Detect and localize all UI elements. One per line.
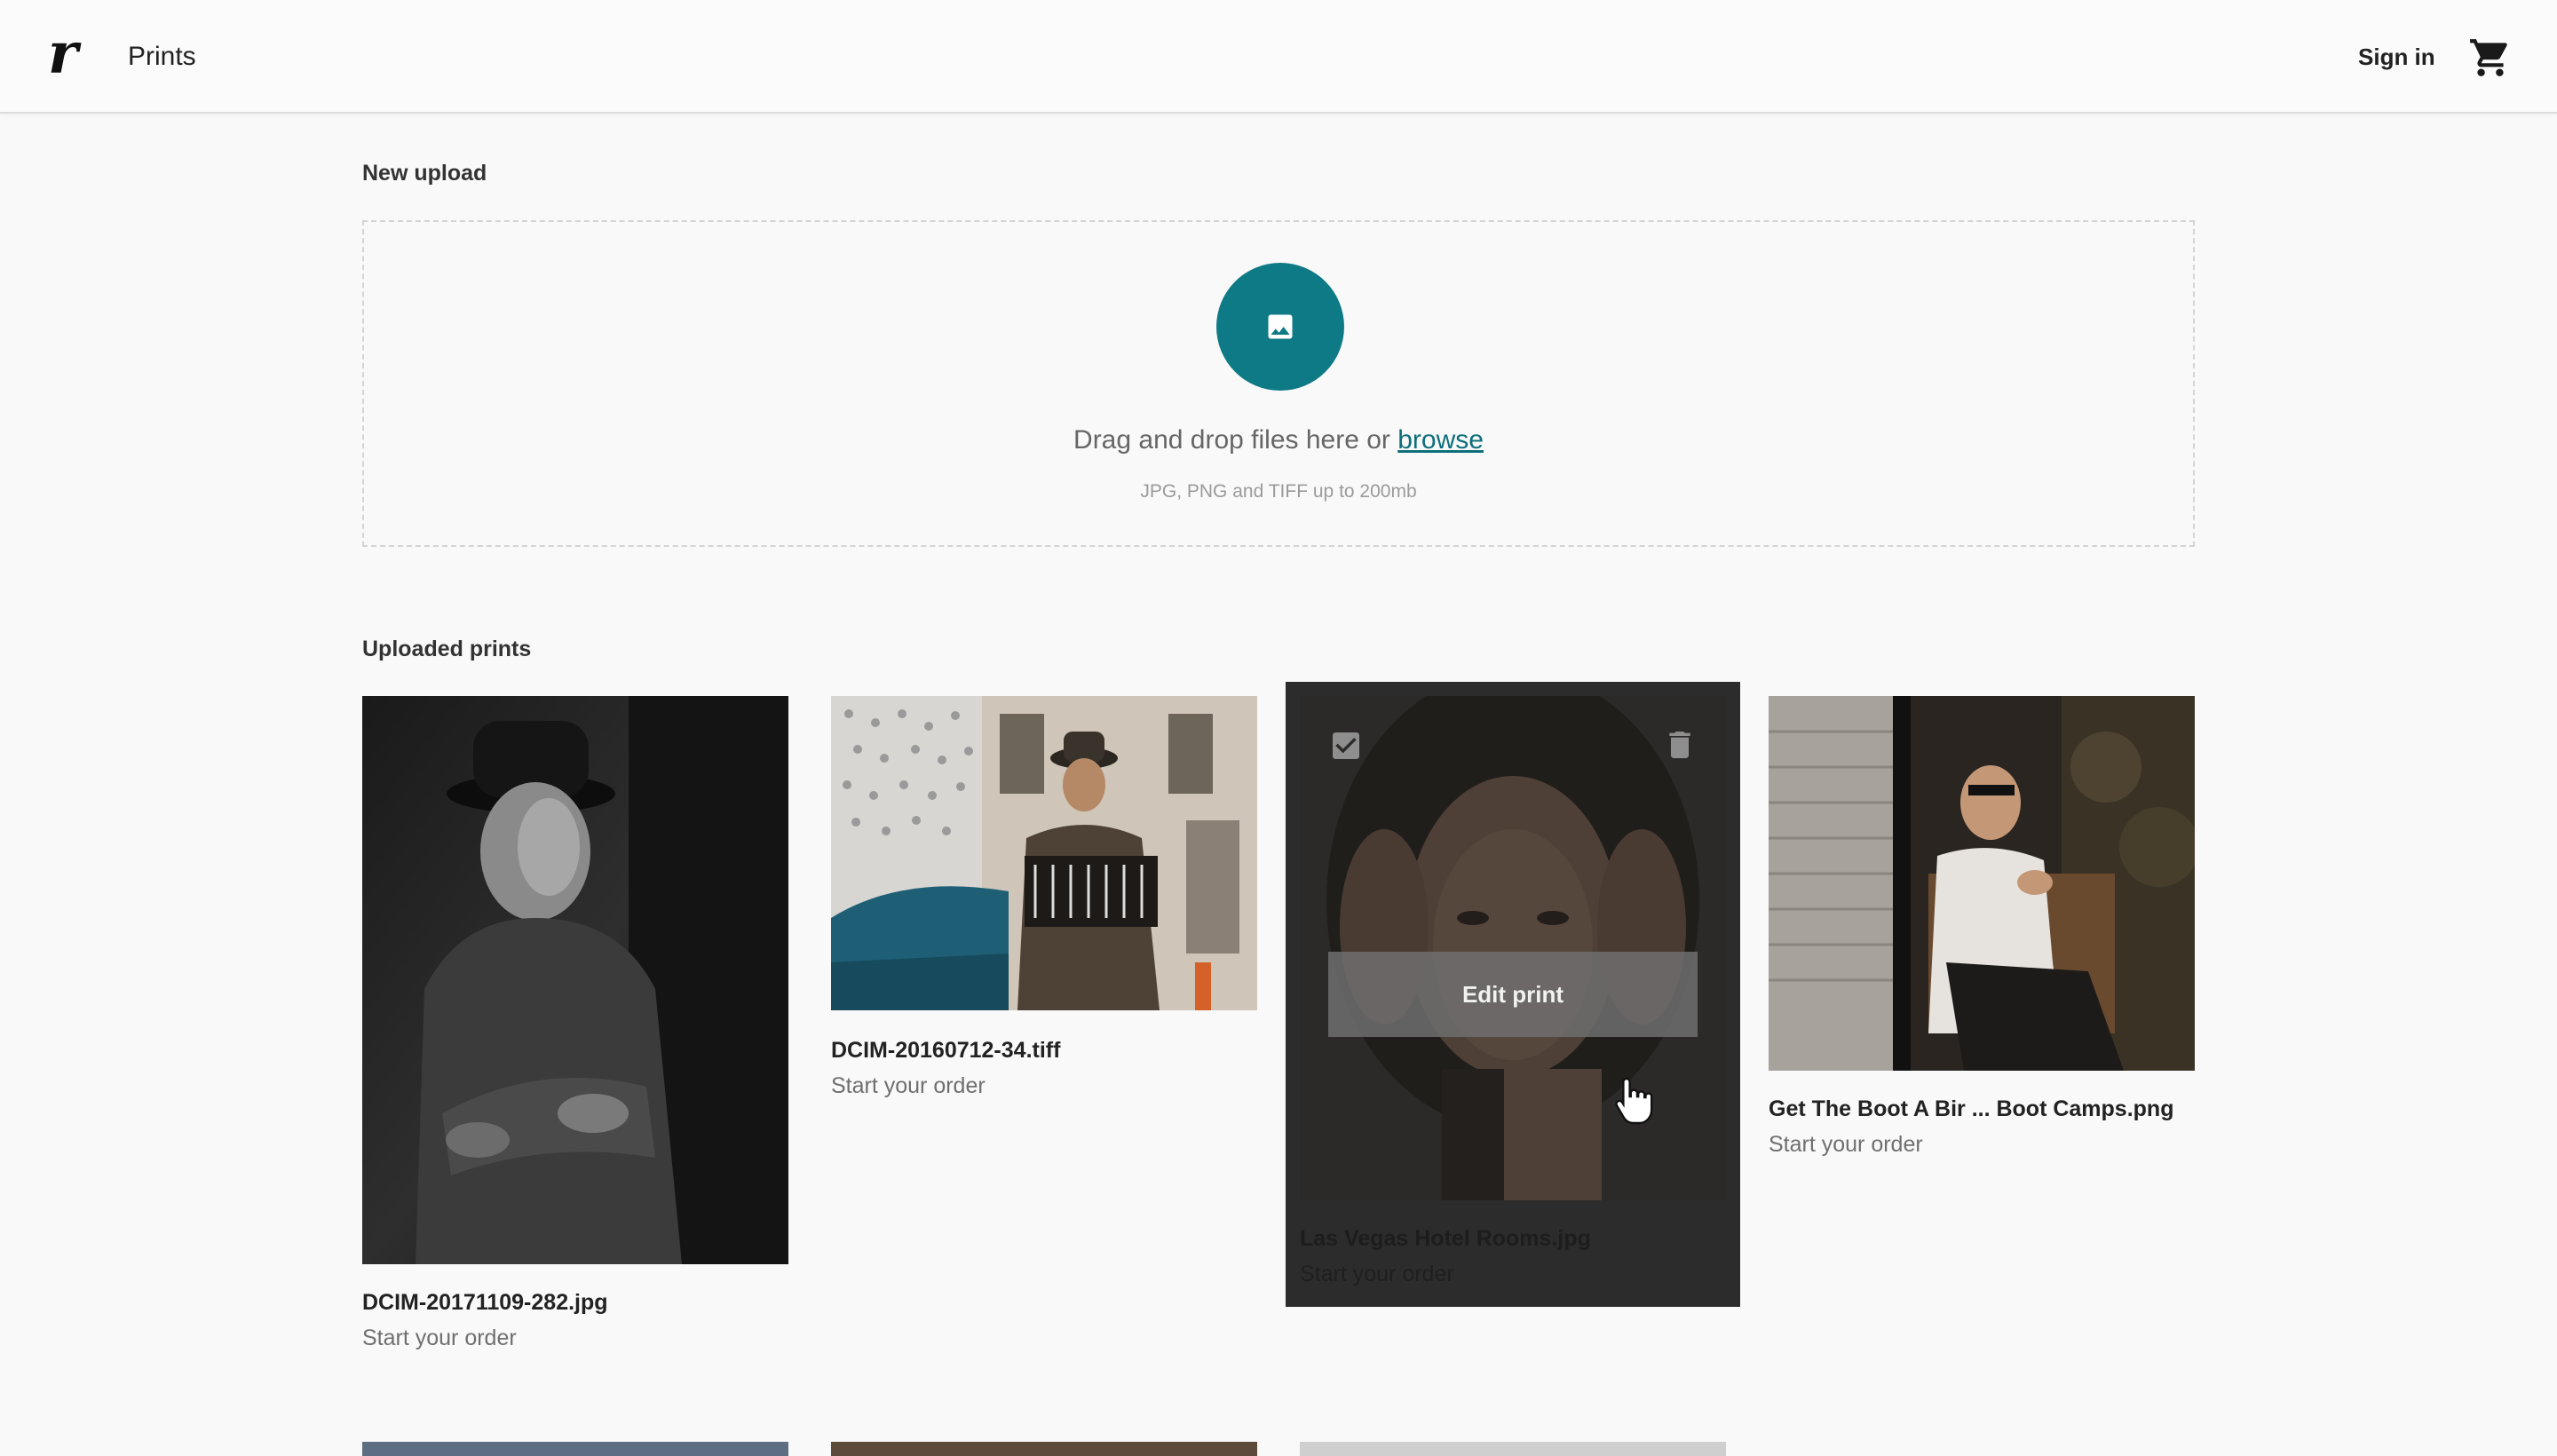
- hover-overlay: [1300, 696, 1726, 1200]
- trash-icon[interactable]: [1662, 726, 1698, 764]
- print-name[interactable]: DCIM-20160712-34.tiff: [831, 1035, 1060, 1065]
- upload-button[interactable]: [1216, 263, 1344, 391]
- print-thumbnail[interactable]: [1769, 696, 2195, 1071]
- image-icon: [1268, 314, 1293, 339]
- browse-link[interactable]: browse: [1397, 425, 1484, 455]
- print-thumbnail[interactable]: [1300, 1442, 1726, 1456]
- drop-instructions: Drag and drop files here or browse: [364, 423, 2193, 458]
- print-thumbnail[interactable]: [831, 1442, 1257, 1456]
- print-thumbnail[interactable]: [362, 1442, 788, 1456]
- page-title: Prints: [128, 42, 196, 71]
- print-card-hovered[interactable]: Edit print Las Vegas Hotel Rooms.jpg Sta…: [1286, 682, 1740, 1307]
- select-checkbox-icon[interactable]: [1328, 728, 1364, 764]
- drop-text: Drag and drop files here or: [1073, 425, 1398, 455]
- sign-in-link[interactable]: Sign in: [2358, 41, 2435, 73]
- shopping-cart-icon[interactable]: [2468, 36, 2513, 80]
- print-status[interactable]: Start your order: [1300, 1259, 1454, 1289]
- print-name[interactable]: DCIM-20171109-282.jpg: [362, 1287, 608, 1318]
- print-thumbnail[interactable]: [362, 696, 788, 1264]
- edit-print-button[interactable]: Edit print: [1328, 952, 1698, 1037]
- print-status[interactable]: Start your order: [1769, 1129, 1923, 1159]
- uploaded-prints-heading: Uploaded prints: [362, 637, 532, 661]
- print-name[interactable]: Get The Boot A Bir ... Boot Camps.png: [1769, 1094, 2173, 1124]
- brand-logo[interactable]: r: [48, 23, 78, 85]
- print-thumbnail[interactable]: [831, 696, 1257, 1010]
- print-status[interactable]: Start your order: [831, 1071, 986, 1101]
- print-name[interactable]: Las Vegas Hotel Rooms.jpg: [1300, 1223, 1591, 1254]
- top-header: r Prints Sign in: [0, 0, 2557, 114]
- print-status[interactable]: Start your order: [362, 1323, 517, 1353]
- hand-cursor-icon: [1615, 1077, 1653, 1125]
- file-type-hint: JPG, PNG and TIFF up to 200mb: [1140, 481, 1417, 502]
- file-drop-zone[interactable]: Drag and drop files here or browse JPG, …: [362, 220, 2195, 547]
- new-upload-heading: New upload: [362, 161, 487, 186]
